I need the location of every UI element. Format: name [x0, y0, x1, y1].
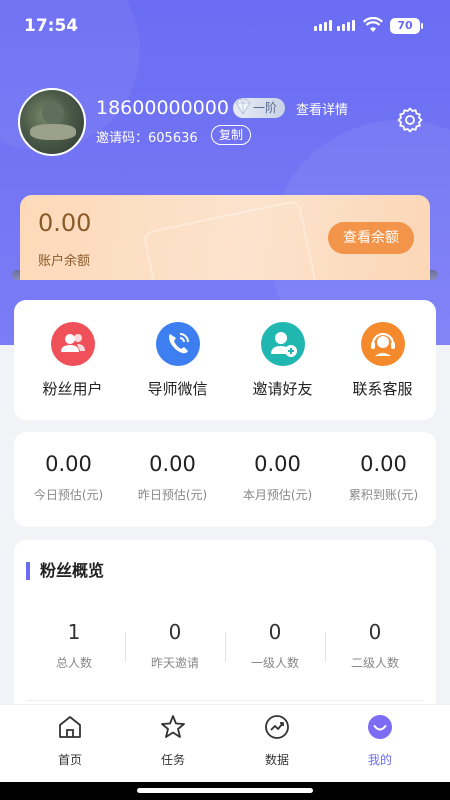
menu-item-mentor-wechat[interactable]: 导师微信: [125, 322, 230, 399]
menu-label: 粉丝用户: [42, 380, 103, 398]
status-bar: 17:54 70: [0, 0, 450, 52]
fans-value: 0: [268, 620, 282, 644]
tab-bar: 首页 任务 数据 我的: [0, 704, 450, 782]
add-user-icon: [260, 322, 305, 366]
customer-service-icon: [360, 322, 405, 366]
fans-overview-title: 粉丝概览: [26, 562, 104, 580]
fans-level-two[interactable]: 0 二级人数: [325, 620, 425, 671]
tab-label: 数据: [264, 753, 289, 767]
stat-yesterday[interactable]: 0.00 昨日预估(元): [120, 452, 225, 503]
tab-label: 任务: [160, 753, 185, 767]
stat-value: 0.00: [254, 452, 301, 476]
tab-data[interactable]: 数据: [237, 713, 317, 768]
view-details-link[interactable]: 查看详情: [296, 99, 348, 118]
fans-level-one[interactable]: 0 一级人数: [225, 620, 325, 671]
stat-label: 本月预估(元): [242, 488, 313, 502]
fans-value: 1: [67, 620, 81, 644]
invite-code-value: 605636: [148, 131, 198, 146]
fans-total[interactable]: 1 总人数: [24, 620, 124, 671]
stat-total[interactable]: 0.00 累积到账(元): [331, 452, 436, 503]
tab-home[interactable]: 首页: [30, 713, 110, 768]
balance-label: 账户余额: [38, 254, 91, 269]
stat-value: 0.00: [45, 452, 92, 476]
level-label: 一阶: [252, 101, 277, 115]
menu-label: 联系客服: [352, 380, 413, 398]
level-badge: 一阶: [233, 98, 285, 118]
home-icon: [59, 716, 81, 738]
gear-icon[interactable]: [397, 107, 423, 133]
fans-value: 0: [168, 620, 182, 644]
stat-label: 今日预估(元): [33, 488, 104, 502]
tab-label: 首页: [57, 753, 82, 767]
fans-label: 一级人数: [250, 656, 299, 670]
fans-label: 总人数: [55, 656, 92, 670]
copy-button[interactable]: 复制: [211, 125, 251, 145]
fans-overview-card: 粉丝概览 1 总人数 0 昨天邀请 0 一级人数 0 二级人数: [14, 540, 436, 720]
phone-icon: [155, 322, 200, 366]
invite-code: 邀请码：605636: [96, 127, 198, 146]
battery-icon: 70: [390, 18, 423, 34]
status-time: 17:54: [24, 16, 79, 36]
diamond-icon: [235, 98, 251, 115]
stat-value: 0.00: [149, 452, 196, 476]
tab-mine[interactable]: 我的: [340, 713, 420, 768]
fans-users-icon: [50, 322, 95, 366]
tab-label: 我的: [367, 753, 392, 767]
signal-icon: [314, 20, 355, 31]
menu-label: 导师微信: [147, 380, 208, 398]
fans-value: 0: [368, 620, 382, 644]
menu-item-fans[interactable]: 粉丝用户: [20, 322, 125, 399]
balance-amount: 0.00: [38, 209, 92, 237]
trend-icon: [265, 715, 289, 739]
fans-label: 二级人数: [350, 656, 399, 670]
menu-item-invite-friends[interactable]: 邀请好友: [230, 322, 335, 399]
earnings-card: 0.00 今日预估(元) 0.00 昨日预估(元) 0.00 本月预估(元) 0…: [14, 432, 436, 527]
home-indicator: [0, 782, 450, 800]
profile-smile-icon: [368, 715, 392, 739]
stat-label: 昨日预估(元): [137, 488, 208, 502]
tab-tasks[interactable]: 任务: [133, 713, 213, 768]
balance-card: 0.00 账户余额 查看余额: [20, 195, 430, 280]
view-balance-button[interactable]: 查看余额: [328, 222, 414, 254]
fans-label: 昨天邀请: [150, 656, 199, 670]
stat-label: 累积到账(元): [348, 488, 419, 502]
wifi-icon: [363, 17, 383, 32]
menu-card: 粉丝用户 导师微信 邀请好友 联系客服: [14, 300, 436, 420]
menu-item-customer-service[interactable]: 联系客服: [330, 322, 435, 399]
avatar[interactable]: [18, 88, 86, 156]
star-icon: [161, 715, 185, 738]
menu-label: 邀请好友: [252, 380, 313, 398]
stat-month[interactable]: 0.00 本月预估(元): [225, 452, 330, 503]
fans-yesterday[interactable]: 0 昨天邀请: [125, 620, 225, 671]
user-phone: 18600000000: [96, 97, 229, 119]
invite-code-label: 邀请码：: [96, 131, 149, 146]
stat-value: 0.00: [360, 452, 407, 476]
stat-today[interactable]: 0.00 今日预估(元): [16, 452, 121, 503]
divider: [26, 700, 424, 701]
